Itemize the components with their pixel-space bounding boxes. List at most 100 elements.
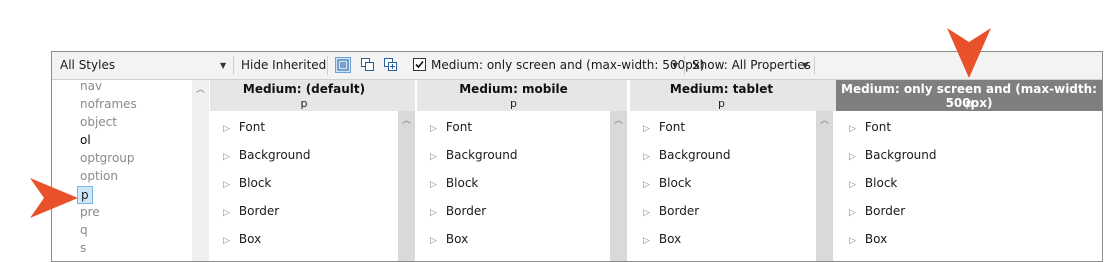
property-group-label: Block — [445, 176, 479, 190]
expand-icon[interactable]: ▷ — [430, 180, 437, 190]
add-style-icon[interactable] — [383, 57, 399, 73]
selector-list: nav noframes object ol optgroup option p… — [52, 80, 209, 261]
property-group-label: Box — [445, 232, 469, 246]
expand-icon[interactable]: ▷ — [849, 236, 856, 246]
property-group-label: Background — [658, 148, 731, 162]
selector-item[interactable]: q — [80, 221, 88, 239]
expand-icon[interactable]: ▷ — [223, 236, 230, 246]
scroll-up-icon[interactable]: ︿ — [614, 113, 623, 126]
expand-icon[interactable]: ▷ — [430, 208, 437, 218]
property-group-background[interactable]: ▷ Background — [223, 145, 311, 165]
expand-icon[interactable]: ▷ — [430, 124, 437, 134]
property-list: ▷ Font ▷ Background ▷ Block ▷ Border ▷ Box — [417, 111, 610, 261]
selector-item[interactable]: object — [80, 113, 117, 131]
selector-item[interactable]: ol — [80, 131, 91, 149]
scroll-up-icon[interactable]: ︿ — [402, 113, 411, 126]
scroll-up-icon[interactable]: ︿ — [196, 82, 205, 95]
toolbar-separator — [814, 56, 815, 75]
expand-icon[interactable]: ▷ — [643, 180, 650, 190]
property-group-font[interactable]: ▷ Font — [849, 117, 891, 137]
property-group-label: Border — [445, 204, 487, 218]
expand-icon[interactable]: ▷ — [643, 208, 650, 218]
panel-selector: p — [718, 97, 725, 110]
panel-header-gap — [610, 80, 627, 111]
panel-header: Medium: only screen and (max-width: 500p… — [836, 80, 1102, 111]
property-group-box[interactable]: ▷ Box — [643, 229, 681, 249]
property-group-label: Block — [658, 176, 692, 190]
property-group-box[interactable]: ▷ Box — [430, 229, 468, 249]
selector-item[interactable]: nav — [80, 80, 102, 95]
medium-checkbox[interactable] — [413, 58, 426, 71]
copy-style-icon[interactable] — [360, 57, 376, 73]
property-group-box[interactable]: ▷ Box — [849, 229, 887, 249]
selector-item[interactable]: s — [80, 239, 86, 257]
property-list: ▷ Font ▷ Background ▷ Block ▷ Border ▷ Box — [836, 111, 1102, 261]
expand-icon[interactable]: ▷ — [223, 124, 230, 134]
property-group-border[interactable]: ▷ Border — [430, 201, 486, 221]
property-group-box[interactable]: ▷ Box — [223, 229, 261, 249]
expand-icon[interactable]: ▷ — [849, 180, 856, 190]
selector-item[interactable]: pre — [80, 203, 100, 221]
expand-icon[interactable]: ▷ — [643, 152, 650, 162]
property-group-block[interactable]: ▷ Block — [849, 173, 897, 193]
property-group-label: Box — [864, 232, 888, 246]
panel-selector: p — [300, 97, 308, 110]
property-group-border[interactable]: ▷ Border — [643, 201, 699, 221]
scroll-up-icon[interactable]: ︿ — [820, 113, 829, 126]
property-group-block[interactable]: ▷ Block — [643, 173, 691, 193]
panel-header: Medium: tablet p x — [630, 80, 824, 111]
show-properties-dropdown-icon[interactable]: ▼ — [802, 52, 808, 79]
expand-icon[interactable]: ▷ — [849, 152, 856, 162]
medium-panel-max-width-500: Medium: only screen and (max-width: 500p… — [836, 80, 1102, 261]
property-group-label: Font — [445, 120, 473, 134]
expand-icon[interactable]: ▷ — [223, 152, 230, 162]
complex-view-icon[interactable] — [335, 57, 351, 73]
expand-icon[interactable]: ▷ — [849, 124, 856, 134]
property-group-label: Border — [238, 204, 280, 218]
panel-scrollbar[interactable]: ︿ — [610, 111, 627, 261]
styles-combo-label[interactable]: All Styles — [60, 52, 115, 79]
property-group-label: Block — [238, 176, 272, 190]
property-group-block[interactable]: ▷ Block — [223, 173, 271, 193]
expand-icon[interactable]: ▷ — [223, 208, 230, 218]
property-group-background[interactable]: ▷ Background — [849, 145, 937, 165]
expand-icon[interactable]: ▷ — [849, 208, 856, 218]
property-group-font[interactable]: ▷ Font — [643, 117, 685, 137]
hide-inherited-button[interactable]: Hide Inherited — [241, 52, 326, 79]
property-group-background[interactable]: ▷ Background — [643, 145, 731, 165]
medium-dropdown-icon[interactable]: ▼ — [672, 52, 678, 79]
selector-list-scrollbar[interactable]: ︿ — [192, 80, 209, 261]
selector-item[interactable]: option — [80, 167, 118, 185]
panel-header: Medium: mobile p x — [417, 80, 620, 111]
toolbar-separator — [233, 56, 234, 75]
panel-title: Medium: (default) — [242, 82, 366, 96]
panel-scrollbar[interactable]: ︿ — [398, 111, 415, 261]
property-group-label: Border — [658, 204, 700, 218]
selector-item[interactable]: noframes — [80, 95, 137, 113]
styles-combo-dropdown-icon[interactable]: ▼ — [220, 52, 226, 79]
property-group-font[interactable]: ▷ Font — [430, 117, 472, 137]
medium-selector-label[interactable]: Medium: only screen and (max-width: 500p… — [431, 52, 705, 79]
panel-scrollbar[interactable]: ︿ — [816, 111, 833, 261]
panel-header-gap — [813, 80, 836, 111]
expand-icon[interactable]: ▷ — [430, 152, 437, 162]
property-group-label: Block — [864, 176, 898, 190]
panel-title: Medium: tablet — [669, 82, 774, 96]
property-group-border[interactable]: ▷ Border — [223, 201, 279, 221]
selector-item[interactable]: optgroup — [80, 149, 135, 167]
expand-icon[interactable]: ▷ — [223, 180, 230, 190]
property-group-label: Font — [864, 120, 892, 134]
property-group-background[interactable]: ▷ Background — [430, 145, 518, 165]
property-list: ▷ Font ▷ Background ▷ Block ▷ Border ▷ Box — [630, 111, 813, 261]
panel-header: Medium: (default) p x — [210, 80, 407, 111]
property-group-border[interactable]: ▷ Border — [849, 201, 905, 221]
selector-item-selected[interactable]: p — [77, 186, 93, 204]
expand-icon[interactable]: ▷ — [643, 236, 650, 246]
expand-icon[interactable]: ▷ — [430, 236, 437, 246]
medium-panel-mobile: Medium: mobile p x ▷ Font ▷ Background ▷ Bl… — [417, 80, 620, 261]
expand-icon[interactable]: ▷ — [643, 124, 650, 134]
property-group-block[interactable]: ▷ Block — [430, 173, 478, 193]
show-properties-button[interactable]: Show: All Properties — [692, 52, 811, 79]
property-group-font[interactable]: ▷ Font — [223, 117, 265, 137]
panel-header-gap — [398, 80, 415, 111]
